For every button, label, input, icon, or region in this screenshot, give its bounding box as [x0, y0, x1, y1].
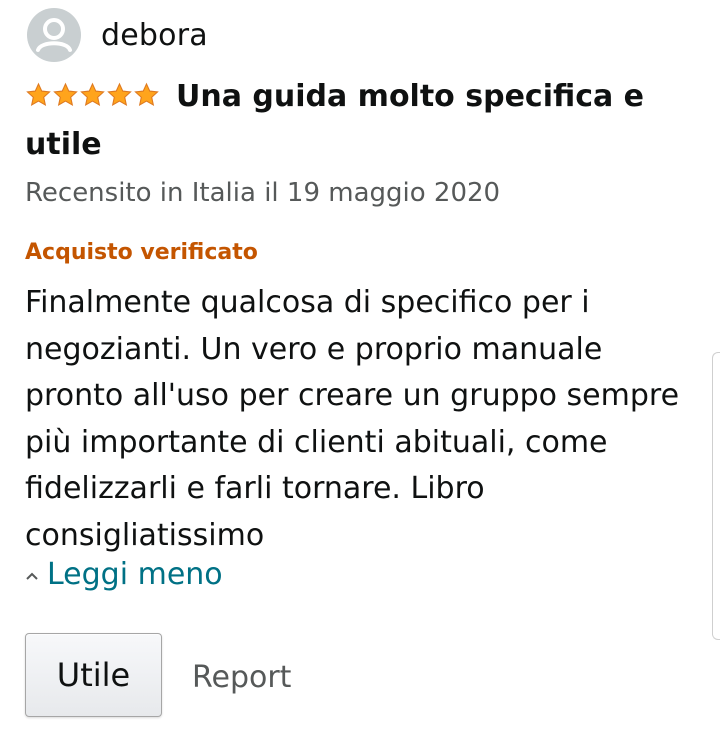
side-panel-edge — [712, 352, 720, 640]
review-author-row: debora — [27, 8, 208, 62]
star-icon — [134, 82, 159, 107]
review-body: Finalmente qualcosa di specifico per i n… — [25, 285, 680, 553]
review-title-block: Una guida molto specifica e utile — [25, 74, 685, 168]
review-card: debora Una guida molto specifica e utile… — [0, 0, 720, 751]
star-rating[interactable] — [25, 76, 160, 122]
star-icon — [80, 82, 105, 107]
report-link[interactable]: Report — [192, 660, 291, 695]
read-less-label: Leggi meno — [47, 557, 223, 592]
person-silhouette-icon — [29, 10, 79, 60]
star-icon — [107, 82, 132, 107]
review-author-name[interactable]: debora — [101, 18, 208, 53]
review-date: Recensito in Italia il 19 maggio 2020 — [25, 178, 501, 208]
read-less-link[interactable]: Leggi meno — [25, 557, 223, 592]
chevron-up-icon — [26, 572, 38, 580]
verified-purchase-badge: Acquisto verificato — [25, 240, 258, 265]
user-avatar-icon — [27, 8, 81, 62]
helpful-button[interactable]: Utile — [25, 633, 162, 717]
star-icon — [53, 82, 78, 107]
star-icon — [26, 82, 51, 107]
